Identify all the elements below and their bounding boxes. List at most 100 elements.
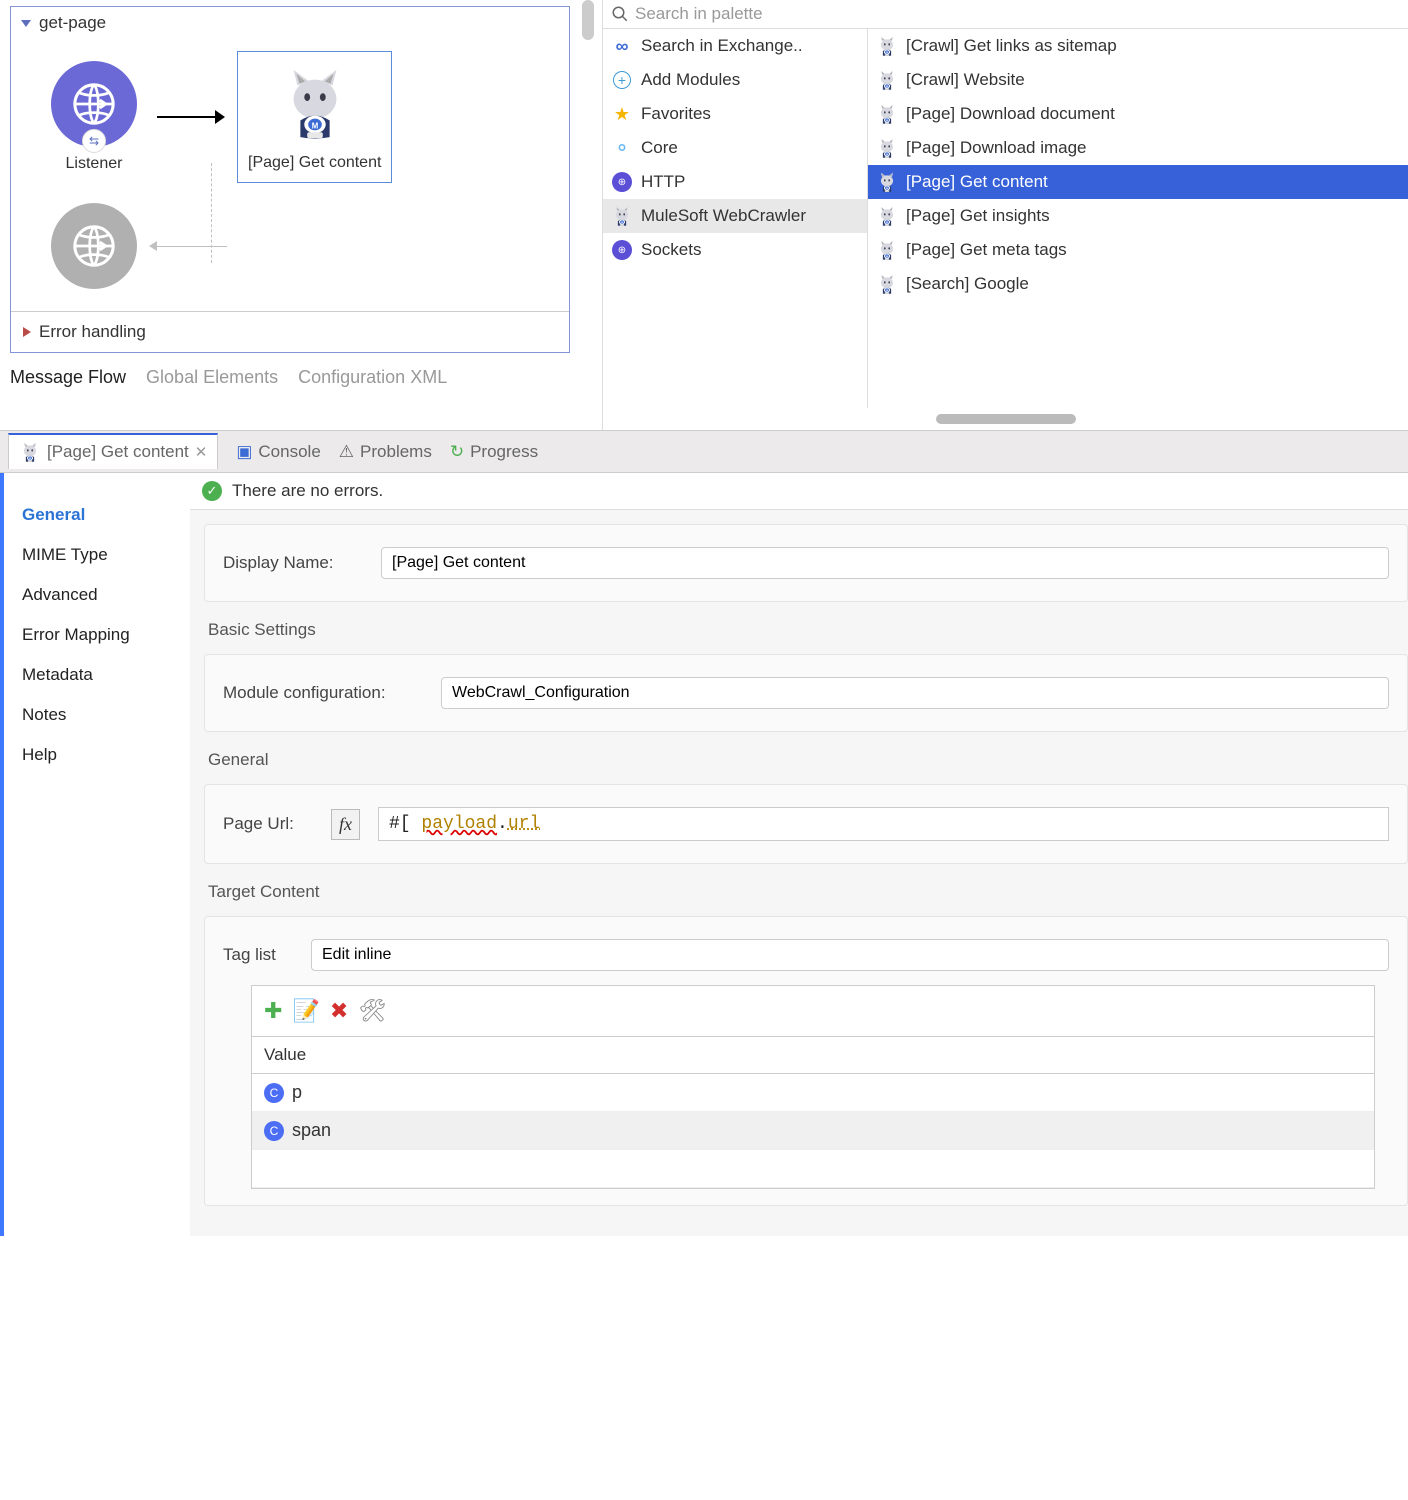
config-tab-label: [Page] Get content (47, 442, 189, 462)
palette-category-6[interactable]: ⊕Sockets (603, 233, 867, 267)
tag-row-empty[interactable] (252, 1150, 1374, 1188)
status-bar: ✓ There are no errors. (190, 473, 1408, 510)
cat-icon (611, 205, 633, 227)
edit-tag-button[interactable]: 📝 (292, 998, 319, 1024)
webcrawler-icon (272, 60, 358, 146)
editor-tabs: Message Flow Global Elements Configurati… (4, 353, 576, 398)
tag-row[interactable]: Cspan (252, 1112, 1374, 1150)
error-handling-section[interactable]: Error handling (11, 311, 569, 352)
palette-category-3[interactable]: ⚬Core (603, 131, 867, 165)
module-config-input[interactable] (441, 677, 1389, 709)
palette-category-5[interactable]: MuleSoft WebCrawler (603, 199, 867, 233)
flow-arrow (157, 116, 217, 118)
listener-label: Listener (66, 155, 123, 173)
get-content-node[interactable]: [Page] Get content (237, 51, 392, 183)
config-nav-advanced[interactable]: Advanced (22, 575, 172, 615)
display-name-input[interactable] (381, 547, 1389, 579)
http-icon: ⊕ (611, 239, 633, 261)
general-heading: General (208, 750, 1408, 770)
error-label: Error handling (39, 322, 146, 342)
response-node[interactable] (51, 203, 137, 289)
config-nav-general[interactable]: General (22, 495, 172, 535)
palette-operation-3[interactable]: [Page] Download image (868, 131, 1408, 165)
config-nav-metadata[interactable]: Metadata (22, 655, 172, 695)
flow-box: get-page ⇆ Listener [Page] Get content (10, 6, 570, 353)
palette-operation-5[interactable]: [Page] Get insights (868, 199, 1408, 233)
palette-operation-7[interactable]: [Search] Google (868, 267, 1408, 301)
cat-icon (876, 239, 898, 261)
flow-canvas: get-page ⇆ Listener [Page] Get content (0, 0, 580, 430)
collapse-triangle-icon[interactable] (21, 20, 31, 27)
tab-configuration-xml[interactable]: Configuration XML (298, 367, 447, 388)
cat-icon (876, 35, 898, 57)
config-sidebar: GeneralMIME TypeAdvancedError MappingMet… (0, 473, 190, 1236)
star-icon: ★ (611, 103, 633, 125)
module-config-label: Module configuration: (223, 683, 423, 703)
exchange-icon: ∞ (611, 35, 633, 57)
return-arrow (157, 246, 227, 247)
palette-operation-2[interactable]: [Page] Download document (868, 97, 1408, 131)
palette-operation-4[interactable]: [Page] Get content (868, 165, 1408, 199)
tag-value-header: Value (252, 1036, 1374, 1074)
cat-icon (876, 171, 898, 193)
add-tag-button[interactable]: ✚ (264, 998, 282, 1024)
palette-operation-1[interactable]: [Crawl] Website (868, 63, 1408, 97)
page-url-label: Page Url: (223, 814, 313, 834)
config-tab[interactable]: [Page] Get content ✕ (8, 433, 218, 469)
palette-operations: [Crawl] Get links as sitemap[Crawl] Webs… (868, 29, 1408, 408)
exchange-badge-icon: ⇆ (82, 129, 106, 153)
delete-tag-button[interactable]: ✖ (330, 998, 348, 1024)
config-nav-notes[interactable]: Notes (22, 695, 172, 735)
cat-icon (876, 205, 898, 227)
tag-list-label: Tag list (223, 945, 293, 965)
basic-settings-heading: Basic Settings (208, 620, 1408, 640)
palette-category-4[interactable]: ⊕HTTP (603, 165, 867, 199)
ok-icon: ✓ (202, 481, 222, 501)
flow-title[interactable]: get-page (11, 7, 569, 39)
palette-search[interactable]: Search in palette (603, 0, 1408, 29)
tab-global-elements[interactable]: Global Elements (146, 367, 278, 388)
core-icon: ⚬ (611, 137, 633, 159)
config-main: ✓ There are no errors. Display Name: Bas… (190, 473, 1408, 1236)
cat-icon (876, 103, 898, 125)
target-content-heading: Target Content (208, 882, 1408, 902)
display-name-label: Display Name: (223, 553, 363, 573)
palette-operation-6[interactable]: [Page] Get meta tags (868, 233, 1408, 267)
palette-category-2[interactable]: ★Favorites (603, 97, 867, 131)
tag-badge-icon: C (264, 1121, 284, 1141)
cat-icon (876, 69, 898, 91)
console-tab[interactable]: ▣ Console (236, 442, 320, 462)
plus-icon: + (611, 69, 633, 91)
bottom-tab-bar: [Page] Get content ✕ ▣ Console ⚠︎ Proble… (0, 430, 1408, 473)
status-text: There are no errors. (232, 481, 383, 501)
palette-category-0[interactable]: ∞Search in Exchange.. (603, 29, 867, 63)
palette-categories: ∞Search in Exchange..+Add Modules★Favori… (603, 29, 868, 408)
close-tab-icon[interactable]: ✕ (195, 443, 208, 461)
listener-icon: ⇆ (51, 61, 137, 147)
config-nav-error-mapping[interactable]: Error Mapping (22, 615, 172, 655)
flow-name: get-page (39, 13, 106, 33)
tools-button[interactable]: 🛠 (358, 998, 386, 1024)
progress-tab[interactable]: ↻ Progress (450, 442, 538, 462)
tag-row[interactable]: Cp (252, 1074, 1374, 1112)
palette-category-1[interactable]: +Add Modules (603, 63, 867, 97)
http-icon: ⊕ (611, 171, 633, 193)
palette: Search in palette ∞Search in Exchange..+… (602, 0, 1408, 430)
palette-operation-0[interactable]: [Crawl] Get links as sitemap (868, 29, 1408, 63)
page-url-input[interactable]: #[ payload.url (378, 807, 1389, 841)
fx-toggle-button[interactable]: fx (331, 809, 360, 840)
config-nav-help[interactable]: Help (22, 735, 172, 775)
palette-scrollbar[interactable] (936, 414, 1076, 424)
return-dashed-line (211, 163, 212, 263)
error-triangle-icon (23, 327, 31, 337)
config-nav-mime-type[interactable]: MIME Type (22, 535, 172, 575)
scrollbar[interactable] (582, 0, 594, 40)
problems-tab[interactable]: ⚠︎ Problems (339, 442, 432, 462)
cat-icon (876, 273, 898, 295)
tag-list-mode-input[interactable] (311, 939, 1389, 971)
tab-message-flow[interactable]: Message Flow (10, 367, 126, 388)
tag-badge-icon: C (264, 1083, 284, 1103)
cat-icon (876, 137, 898, 159)
listener-node[interactable]: ⇆ Listener (51, 61, 137, 173)
get-content-label: [Page] Get content (248, 154, 381, 172)
